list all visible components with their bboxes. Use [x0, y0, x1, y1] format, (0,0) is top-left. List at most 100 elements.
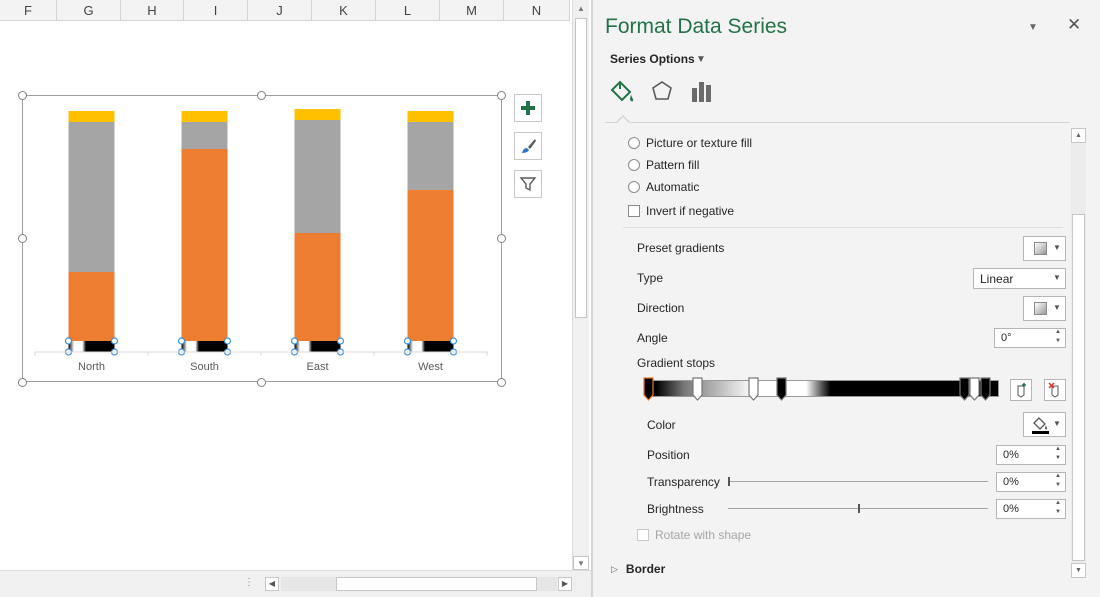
gradient-stop-2[interactable]	[692, 377, 703, 401]
column-header-m[interactable]: M	[440, 0, 504, 21]
spin-down-icon[interactable]: ▼	[1055, 455, 1061, 461]
pane-vertical-scrollbar[interactable]: ▲ ▼	[1071, 128, 1086, 578]
column-header-f[interactable]: F	[0, 0, 57, 21]
chart-elements-button[interactable]	[514, 94, 542, 122]
selection-handle[interactable]	[449, 337, 458, 345]
bar-east-series-1[interactable]	[294, 233, 341, 341]
direction-dropdown[interactable]: ▼	[1023, 296, 1066, 321]
bar-east-series-3[interactable]	[294, 109, 341, 120]
selection-handle[interactable]	[336, 337, 345, 345]
chart-filters-button[interactable]	[514, 170, 542, 198]
gradient-stop-1[interactable]	[643, 377, 654, 401]
spin-down-icon[interactable]: ▼	[1055, 482, 1061, 488]
tab-series-options[interactable]	[689, 78, 717, 106]
bar-east-selected-point[interactable]	[294, 341, 341, 352]
spin-up-icon[interactable]: ▲	[1055, 473, 1061, 479]
gradient-stop-6[interactable]	[969, 377, 981, 401]
bar-south-series-3[interactable]	[181, 111, 228, 122]
spin-up-icon[interactable]: ▲	[1055, 446, 1061, 452]
gradient-stop-3[interactable]	[748, 377, 759, 401]
bar-south-selected-point[interactable]	[181, 341, 228, 352]
bar-north-series-1[interactable]	[68, 272, 115, 341]
horizontal-scrollbar[interactable]: ⋮ ◀ ▶	[0, 570, 592, 597]
gradient-type-select[interactable]: Linear ▼	[973, 268, 1066, 289]
add-gradient-stop-button[interactable]	[1010, 379, 1032, 401]
chart-handle-middle-right[interactable]	[497, 234, 506, 243]
sheet-tab-splitter-icon[interactable]: ⋮	[244, 577, 255, 588]
spin-down-icon[interactable]: ▼	[1055, 509, 1061, 515]
angle-spinner[interactable]: 0° ▲ ▼	[994, 328, 1066, 348]
transparency-spinner[interactable]: 0% ▲ ▼	[996, 472, 1066, 492]
spin-down-icon[interactable]: ▼	[1055, 338, 1061, 344]
column-header-j[interactable]: J	[248, 0, 312, 21]
scroll-left-arrow-icon[interactable]: ◀	[265, 577, 279, 591]
automatic-fill-option[interactable]: Automatic	[628, 179, 699, 195]
border-section-header[interactable]: ▷ Border	[611, 562, 665, 576]
bar-east-series-2[interactable]	[294, 120, 341, 233]
scroll-right-arrow-icon[interactable]: ▶	[558, 577, 572, 591]
selection-handle[interactable]	[64, 337, 73, 345]
spin-up-icon[interactable]: ▲	[1055, 329, 1061, 335]
preset-gradients-dropdown[interactable]: ▼	[1023, 236, 1066, 261]
selection-handle[interactable]	[403, 337, 412, 345]
bar-west-series-2[interactable]	[407, 122, 454, 190]
bar-south-series-2[interactable]	[181, 122, 228, 149]
stacked-column-chart[interactable]: North South East West	[23, 96, 503, 383]
column-header-k[interactable]: K	[312, 0, 376, 21]
column-header-g[interactable]: G	[57, 0, 121, 21]
gradient-stop-7[interactable]	[980, 377, 991, 401]
selection-handle[interactable]	[290, 337, 299, 345]
scroll-up-arrow-icon[interactable]: ▲	[573, 2, 589, 16]
transparency-slider-thumb[interactable]	[728, 477, 730, 486]
position-spinner[interactable]: 0% ▲ ▼	[996, 445, 1066, 465]
bar-north-selected-point[interactable]	[68, 341, 115, 352]
transparency-slider[interactable]	[728, 481, 988, 482]
scroll-down-arrow-icon[interactable]: ▼	[573, 556, 589, 570]
vertical-scrollbar[interactable]: ▲ ▼	[572, 0, 589, 570]
gradient-stop-4[interactable]	[776, 377, 787, 401]
chart-handle-top-right[interactable]	[497, 91, 506, 100]
bar-west-selected-point[interactable]	[407, 341, 454, 352]
picture-texture-fill-option[interactable]: Picture or texture fill	[628, 135, 752, 151]
scroll-up-arrow-icon[interactable]: ▲	[1071, 128, 1086, 143]
brightness-slider-thumb[interactable]	[858, 504, 860, 513]
remove-gradient-stop-button[interactable]	[1044, 379, 1066, 401]
radio-button[interactable]	[628, 181, 640, 193]
column-header-l[interactable]: L	[376, 0, 440, 21]
chart-handle-bottom-middle[interactable]	[257, 378, 266, 387]
bar-west-series-1[interactable]	[407, 190, 454, 341]
chart-styles-button[interactable]	[514, 132, 542, 160]
vertical-scroll-thumb[interactable]	[575, 18, 587, 318]
radio-button[interactable]	[628, 159, 640, 171]
invert-if-negative-checkbox[interactable]	[628, 205, 640, 217]
spin-up-icon[interactable]: ▲	[1055, 500, 1061, 506]
bar-south-series-1[interactable]	[181, 149, 228, 341]
tab-effects[interactable]	[649, 78, 677, 106]
selection-handle[interactable]	[177, 337, 186, 345]
chart-area[interactable]: North South East West	[22, 95, 502, 382]
gradient-stop-5[interactable]	[959, 377, 970, 401]
close-icon[interactable]: ✕	[1067, 15, 1081, 35]
chart-handle-top-middle[interactable]	[257, 91, 266, 100]
pane-scroll-thumb[interactable]	[1072, 214, 1085, 561]
tab-fill-line[interactable]	[608, 78, 636, 106]
selection-handle[interactable]	[223, 337, 232, 345]
selection-handle[interactable]	[110, 337, 119, 345]
chart-handle-bottom-right[interactable]	[497, 378, 506, 387]
radio-button[interactable]	[628, 137, 640, 149]
chart-handle-top-left[interactable]	[18, 91, 27, 100]
column-header-n[interactable]: N	[504, 0, 570, 21]
bar-west-series-3[interactable]	[407, 111, 454, 122]
chevron-down-icon[interactable]: ▼	[696, 54, 706, 65]
pane-options-dropdown-icon[interactable]: ▼	[1028, 22, 1038, 33]
column-header-i[interactable]: I	[184, 0, 248, 21]
chart-handle-bottom-left[interactable]	[18, 378, 27, 387]
scroll-down-arrow-icon[interactable]: ▼	[1071, 563, 1086, 578]
pattern-fill-option[interactable]: Pattern fill	[628, 157, 699, 173]
horizontal-scroll-thumb[interactable]	[336, 577, 537, 591]
bar-north-series-2[interactable]	[68, 122, 115, 272]
color-picker-dropdown[interactable]: ▼	[1023, 412, 1066, 437]
column-header-h[interactable]: H	[121, 0, 184, 21]
chart-handle-middle-left[interactable]	[18, 234, 27, 243]
bar-north-series-3[interactable]	[68, 111, 115, 122]
